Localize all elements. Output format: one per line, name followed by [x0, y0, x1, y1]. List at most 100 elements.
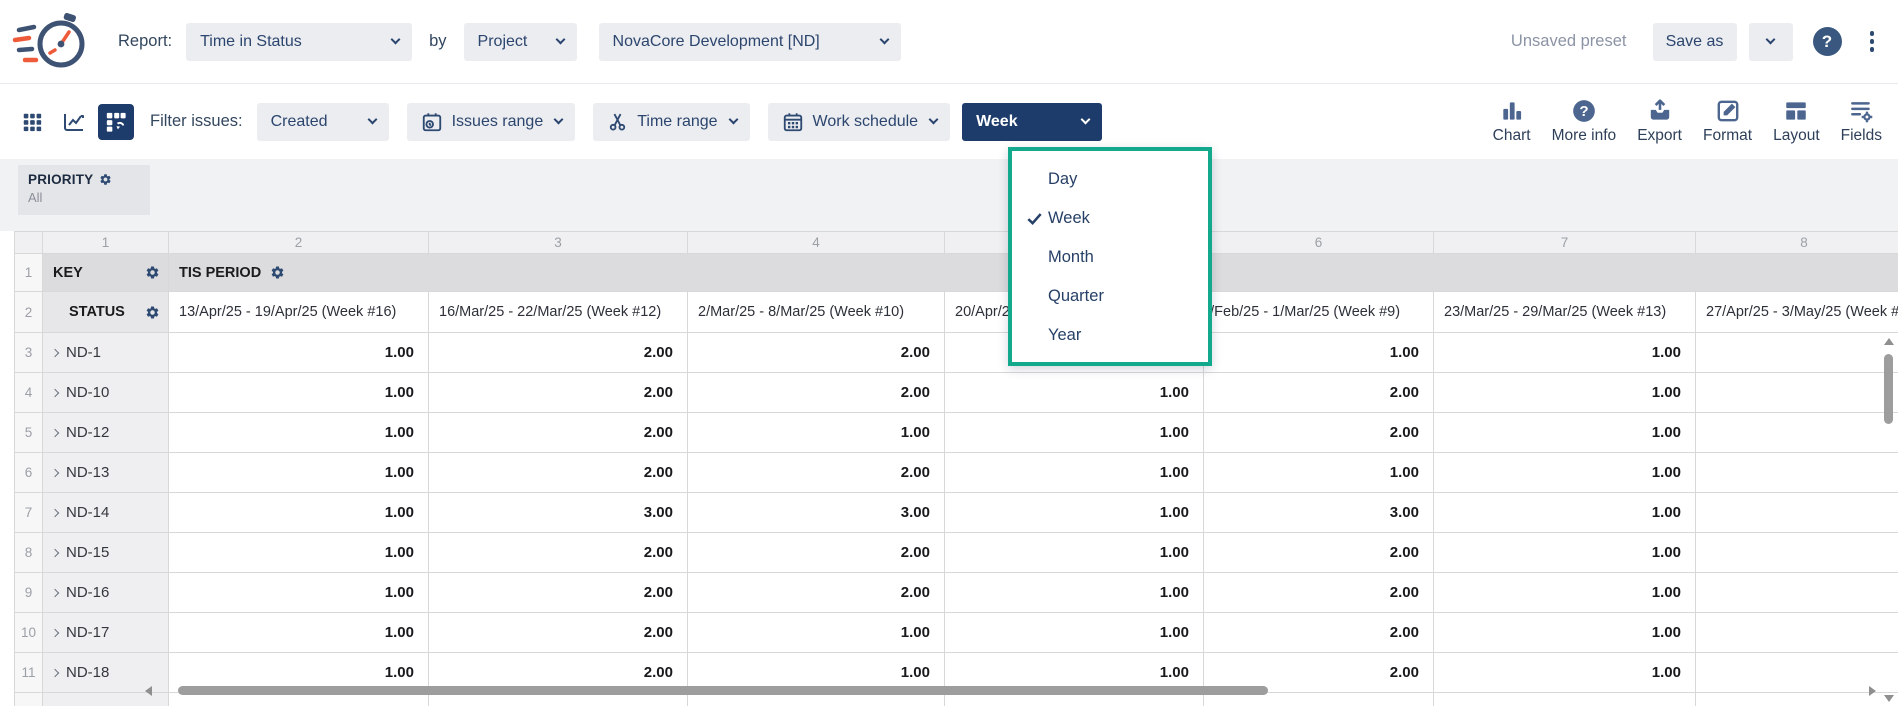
granularity-option-year[interactable]: Year	[1012, 316, 1208, 355]
corner-cell	[15, 232, 43, 254]
granularity-select[interactable]: Week	[962, 103, 1102, 141]
column-number-cell: 4	[688, 232, 945, 254]
issues-range-button[interactable]: Issues range	[407, 103, 576, 141]
dimension-select[interactable]: Project	[464, 23, 577, 61]
settings-gear-icon[interactable]	[145, 265, 160, 280]
issue-key-cell[interactable]: ND-17	[43, 613, 169, 653]
more-info-action-button[interactable]: ? More info	[1552, 98, 1617, 145]
pivot-value-cell: 2.00	[429, 573, 688, 613]
chevron-down-icon	[554, 115, 564, 125]
issue-key-cell[interactable]: ND-15	[43, 533, 169, 573]
by-label: by	[429, 32, 446, 51]
pivot-value-cell: 3.00	[688, 493, 945, 533]
issue-key-cell[interactable]: ND-16	[43, 573, 169, 613]
issue-key-label: ND-16	[66, 584, 109, 601]
settings-gear-icon[interactable]	[270, 265, 285, 280]
pivot-value-cell	[1696, 493, 1898, 533]
save-as-dropdown-button[interactable]	[1749, 23, 1793, 61]
row-number-cell: 7	[15, 493, 43, 533]
project-select[interactable]: NovaCore Development [ND]	[599, 23, 901, 61]
scroll-down-arrow[interactable]	[1884, 695, 1894, 702]
pivot-value-cell: 1.00	[169, 453, 429, 493]
horizontal-scrollbar-thumb[interactable]	[178, 686, 1268, 695]
scroll-right-arrow[interactable]	[1869, 686, 1876, 696]
pivot-table: 123456781KEYTIS PERIOD2STATUS13/Apr/25 -…	[14, 231, 1898, 706]
layout-action-button[interactable]: Layout	[1773, 98, 1820, 145]
pivot-value-cell	[1696, 333, 1898, 373]
toolbar-actions: Chart ? More info Export Format	[1493, 98, 1882, 145]
issue-key-cell[interactable]: ND-14	[43, 493, 169, 533]
scroll-left-arrow[interactable]	[145, 686, 152, 696]
settings-gear-icon[interactable]	[145, 305, 160, 320]
pivot-data-row: 4ND-101.002.002.001.002.001.00	[15, 373, 1898, 413]
pivot-value-cell: 1.00	[1204, 333, 1434, 373]
export-action-button[interactable]: Export	[1637, 98, 1682, 145]
more-options-kebab-button[interactable]	[1862, 27, 1883, 56]
expand-chevron-icon[interactable]	[51, 348, 59, 356]
grid-view-button[interactable]	[14, 104, 50, 140]
chevron-down-icon	[728, 115, 738, 125]
preset-status: Unsaved preset	[1511, 32, 1627, 51]
pivot-value-cell: 2.00	[429, 413, 688, 453]
save-as-button[interactable]: Save as	[1653, 23, 1737, 61]
chevron-down-icon	[555, 35, 565, 45]
vertical-scrollbar[interactable]	[1882, 338, 1895, 702]
expand-chevron-icon[interactable]	[51, 628, 59, 636]
issue-key-cell[interactable]: ND-1	[43, 333, 169, 373]
issue-key-cell[interactable]: ND-12	[43, 413, 169, 453]
chevron-down-icon	[391, 35, 401, 45]
key-header-label: KEY	[53, 265, 83, 281]
expand-chevron-icon[interactable]	[51, 668, 59, 676]
pivot-view-button[interactable]	[98, 104, 134, 140]
priority-filter[interactable]: PRIORITY All	[18, 165, 150, 215]
pivot-value-cell: 1.00	[1434, 413, 1696, 453]
chart-view-button[interactable]	[56, 104, 92, 140]
granularity-option-month[interactable]: Month	[1012, 238, 1208, 277]
time-in-status-report-app: { "topbar": { "report_label": "Report:",…	[0, 0, 1898, 706]
granularity-option-label: Week	[1048, 209, 1090, 228]
chevron-down-icon	[1081, 115, 1091, 125]
horizontal-scrollbar[interactable]	[145, 684, 1876, 697]
granularity-option-quarter[interactable]: Quarter	[1012, 277, 1208, 316]
priority-value: All	[28, 190, 140, 205]
granularity-option-week[interactable]: Week	[1012, 199, 1208, 238]
report-type-select[interactable]: Time in Status	[186, 23, 412, 61]
expand-chevron-icon[interactable]	[51, 428, 59, 436]
issue-key-cell[interactable]: ND-13	[43, 453, 169, 493]
app-logo-stopwatch-icon	[12, 13, 92, 71]
chart-action-button[interactable]: Chart	[1493, 98, 1531, 145]
help-button[interactable]: ?	[1813, 27, 1842, 56]
granularity-option-label: Month	[1048, 248, 1094, 267]
pivot-value-cell: 2.00	[1204, 373, 1434, 413]
issue-key-label: ND-15	[66, 544, 109, 561]
column-number-cell: 6	[1204, 232, 1434, 254]
format-action-button[interactable]: Format	[1703, 98, 1752, 145]
fields-action-button[interactable]: Fields	[1841, 98, 1882, 145]
pivot-value-cell: 1.00	[1434, 453, 1696, 493]
expand-chevron-icon[interactable]	[51, 588, 59, 596]
row-number-cell: 10	[15, 613, 43, 653]
time-range-button[interactable]: Time range	[593, 103, 749, 141]
issue-key-cell[interactable]: ND-10	[43, 373, 169, 413]
pivot-value-cell: 1.00	[169, 333, 429, 373]
chevron-down-icon	[879, 35, 889, 45]
settings-gear-icon[interactable]	[99, 173, 112, 186]
work-schedule-button[interactable]: Work schedule	[768, 103, 951, 141]
project-value: NovaCore Development [ND]	[613, 33, 820, 51]
expand-chevron-icon[interactable]	[51, 508, 59, 516]
pivot-value-cell: 1.00	[169, 373, 429, 413]
pivot-value-cell: 1.00	[1434, 333, 1696, 373]
dimension-value: Project	[478, 33, 528, 51]
row-number-cell: 4	[15, 373, 43, 413]
expand-chevron-icon[interactable]	[51, 548, 59, 556]
granularity-option-day[interactable]: Day	[1012, 160, 1208, 199]
vertical-scrollbar-thumb[interactable]	[1884, 354, 1893, 424]
report-label: Report:	[118, 32, 172, 51]
filter-issues-select[interactable]: Created	[257, 103, 389, 141]
expand-chevron-icon[interactable]	[51, 388, 59, 396]
scroll-up-arrow[interactable]	[1884, 338, 1894, 345]
layout-icon	[1783, 98, 1809, 124]
scissors-icon	[607, 111, 628, 132]
expand-chevron-icon[interactable]	[51, 468, 59, 476]
pivot-value-cell: 3.00	[1204, 493, 1434, 533]
